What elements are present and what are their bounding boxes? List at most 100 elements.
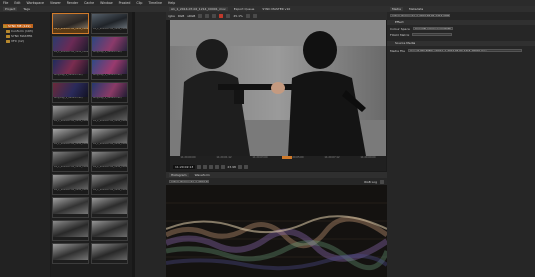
clip-frame — [53, 198, 88, 214]
clip-name: A1_1_2014-07-02_1214_C0010.mov — [53, 189, 88, 194]
clip-thumbnail[interactable] — [52, 197, 89, 218]
clip-frame — [92, 221, 127, 237]
media-file-field[interactable]: /sou 11-NO_SYNC_v10/A1_1_2014-07-02_1214… — [407, 48, 522, 53]
tab-tags[interactable]: Tags — [21, 7, 32, 11]
menu-clip[interactable]: Clip — [136, 1, 142, 5]
compare-icon[interactable] — [198, 14, 203, 18]
fcx-label: FOACI Matrix — [390, 32, 410, 37]
menu-timeline[interactable]: Timeline — [148, 1, 162, 5]
tab-media[interactable]: Media — [390, 7, 404, 11]
colorspace-select[interactable]: rgba — [168, 14, 175, 18]
step-forward-icon[interactable] — [215, 164, 220, 169]
clip-thumbnail[interactable]: A1_1_2014-07-02_1214_C0008.mov — [52, 151, 89, 172]
current-timecode[interactable]: 11:20:02:13 — [173, 164, 196, 169]
viewer-timeline[interactable]: 11:20:00:00 11:20:01:12 11:20:03:00 11:2… — [170, 156, 386, 171]
zoom-level[interactable]: 45.1% — [233, 14, 243, 18]
menu-workspace[interactable]: Workspace — [27, 1, 44, 5]
ruler-timecode: 11:20:00:00 — [180, 156, 196, 159]
clip-thumbnail[interactable]: A1_1_2014-07-02_1214_C0005.mov — [91, 105, 128, 126]
clip-thumbnail[interactable]: A1_1_2014-07-02_1214_C0006.mov — [52, 128, 89, 149]
clip-thumbnail[interactable] — [91, 243, 128, 264]
step-back-icon[interactable] — [203, 164, 208, 169]
clip-thumbnail[interactable]: Amy(Digi_1_2014-07-02) — [52, 82, 89, 103]
section-source-media[interactable]: Source Media — [387, 41, 535, 46]
clip-thumbnail[interactable]: Amy(Digi_1_2014-07-02) — [91, 82, 128, 103]
clip-name: A1_1_2014-07-02_1214_C0009.mov — [92, 166, 127, 171]
scope-mode-select[interactable]: RGB Log — [364, 180, 377, 184]
menu-window[interactable]: Window — [100, 1, 113, 5]
go-to-start-icon[interactable] — [197, 164, 202, 169]
audio-icon[interactable] — [243, 164, 248, 169]
colour-space-row: Colour Space AlexaV3LogC(Linear)(sRGB) — [390, 26, 453, 31]
tab-histogram[interactable]: Histogram — [169, 173, 189, 177]
tree-item-conform[interactable]: Conform (193) — [6, 29, 33, 33]
clip-name: Amy(Digi_1_2014-07-02) — [53, 97, 88, 102]
colour-space-select[interactable]: AlexaV3LogC(Linear)(sRGB) — [412, 26, 453, 31]
clip-name: A1_1_2014-07-02_1214_C0011.mov — [92, 189, 127, 194]
viewer-image[interactable] — [170, 20, 386, 156]
clip-thumbnail[interactable]: Amy(Digi_1_2014-07-02) — [91, 59, 128, 80]
clip-thumbnail[interactable] — [52, 220, 89, 241]
section-effect[interactable]: Effect — [387, 20, 535, 25]
menu-proxied[interactable]: Proxied — [119, 1, 131, 5]
scope-settings-icon[interactable] — [380, 179, 384, 184]
clip-thumbnail[interactable]: Amy(Digi_1_2014-07-02) — [91, 36, 128, 57]
video-frame — [170, 20, 386, 156]
overlay-icon[interactable] — [226, 14, 231, 18]
tree-item-label: SYNC MASTER — [11, 34, 33, 38]
clip-thumbnail[interactable]: A1_1_2014-07-02_1214_C0002.mov — [91, 13, 128, 34]
tab-metadata[interactable]: Metadata — [407, 7, 425, 11]
clip-thumbnail[interactable] — [91, 197, 128, 218]
settings-icon[interactable] — [252, 14, 257, 18]
clip-name: A1_1_2014-07-02_1214_C0006.mov — [53, 143, 88, 148]
menu-edit[interactable]: Edit — [14, 1, 20, 5]
ruler-timecode: 11:20:03:00 — [252, 156, 268, 159]
menu-viewer[interactable]: Viewer — [50, 1, 61, 5]
clip-name: Amy(Digi_1_2014-07-02) — [92, 51, 127, 56]
tab-clip-viewer[interactable]: A1_1_2014-07-02_1214_C0001_mov — [169, 7, 228, 11]
clip-thumbnail[interactable] — [91, 220, 128, 241]
view-transform-select[interactable]: sRGB — [187, 14, 195, 18]
go-to-end-icon[interactable] — [221, 164, 226, 169]
tab-waveform[interactable]: Waveform — [193, 173, 212, 177]
menu-help[interactable]: Help — [168, 1, 175, 5]
clip-thumbnail[interactable]: A1_1_2014-07-02_1214_C0009.mov — [91, 151, 128, 172]
menu-render[interactable]: Render — [67, 1, 78, 5]
playhead[interactable] — [282, 156, 292, 159]
clip-thumbnail[interactable]: A1_1_2014-07-02_1214_C0001.mov — [52, 13, 89, 34]
clip-thumbnail[interactable]: A1_1_2014-07-02_1214_C0010.mov — [52, 174, 89, 195]
viewer-toolbar: rgba RGB sRGB 45.1% — [166, 12, 387, 20]
channel-select[interactable]: RGB — [178, 14, 184, 18]
clip-name: A1_1_2014-07-02_1214_C0003.mov — [53, 51, 88, 56]
guides-icon[interactable] — [212, 14, 217, 18]
menu-cache[interactable]: Cache — [84, 1, 94, 5]
scope-source-select[interactable]: Active Viewer (A1_1_2014-07...) — [169, 179, 209, 184]
clip-name: A1_1_2014-07-02_1214_C0007.mov — [92, 143, 127, 148]
clip-thumbnail[interactable]: A1_1_2014-07-02_1214_C0004.mov — [52, 105, 89, 126]
tree-item-sync-me[interactable]: SYNC ME (129) — [3, 24, 33, 28]
tree-item-vfx[interactable]: VFX (12) — [6, 39, 24, 43]
clip-thumbnail-grid: A1_1_2014-07-02_1214_C0001.mov A1_1_2014… — [51, 12, 132, 277]
menu-file[interactable]: File — [3, 1, 8, 5]
inspector-source-select[interactable]: Active Viewer (A1_1_2014-07-02_1214_C000… — [390, 13, 450, 18]
clip-thumbnail[interactable] — [52, 243, 89, 264]
inspector-tabs: Media Metadata — [387, 6, 535, 12]
clip-thumbnail[interactable]: A1_1_2014-07-02_1214_C0011.mov — [91, 174, 128, 195]
fcx-field[interactable] — [412, 32, 453, 37]
wipe-icon[interactable] — [205, 14, 210, 18]
record-icon[interactable] — [219, 14, 224, 18]
tab-export-queue[interactable]: Export Queue — [232, 7, 257, 11]
fit-icon[interactable] — [245, 14, 250, 18]
play-icon[interactable] — [209, 164, 214, 169]
fps-readout[interactable]: 23.98 — [227, 165, 236, 169]
clip-thumbnail[interactable]: Amy(Digi_1_2014-07-02) — [52, 59, 89, 80]
tree-item-sync-master[interactable]: SYNC MASTER — [6, 34, 32, 38]
clip-name: Amy(Digi_1_2014-07-02) — [92, 74, 127, 79]
inspector-panel: Media Metadata Active Viewer (A1_1_2014-… — [387, 6, 535, 277]
tab-project[interactable]: Project — [3, 7, 18, 11]
clip-thumbnail[interactable]: A1_1_2014-07-02_1214_C0003.mov — [52, 36, 89, 57]
loop-icon[interactable] — [237, 164, 242, 169]
clip-thumbnail[interactable]: A1_1_2014-07-02_1214_C0007.mov — [91, 128, 128, 149]
inspector-source-row: Active Viewer (A1_1_2014-07-02_1214_C000… — [390, 13, 450, 18]
tab-sync-master[interactable]: SYNC MASTER v10 — [260, 7, 292, 11]
